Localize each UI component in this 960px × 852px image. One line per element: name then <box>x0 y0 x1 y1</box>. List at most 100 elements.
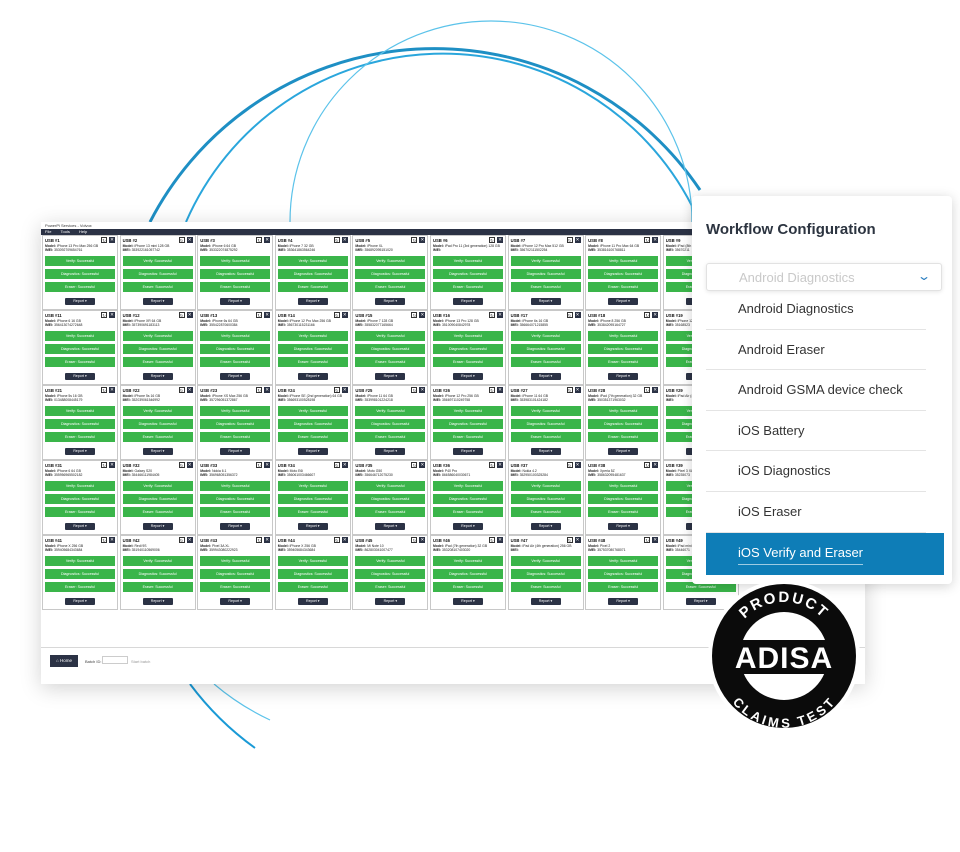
diagnostics-status-button[interactable]: Diagnostics: Successful <box>200 269 271 279</box>
diagnostics-status-button[interactable]: Diagnostics: Successful <box>355 494 426 504</box>
diagnostics-status-button[interactable]: Diagnostics: Successful <box>45 494 115 504</box>
report-button[interactable]: Report ▾ <box>220 598 251 605</box>
refresh-icon[interactable]: ↻ <box>333 537 340 543</box>
refresh-icon[interactable]: ↻ <box>488 462 495 468</box>
diagnostics-status-button[interactable]: Diagnostics: Successful <box>277 494 348 504</box>
report-button[interactable]: Report ▾ <box>375 373 406 380</box>
verify-status-button[interactable]: Verify: Successful <box>588 406 659 416</box>
eraser-status-button[interactable]: Eraser: Successful <box>200 507 271 517</box>
eraser-status-button[interactable]: Eraser: Successful <box>432 282 503 292</box>
eraser-status-button[interactable]: Eraser: Successful <box>45 582 115 592</box>
report-button[interactable]: Report ▾ <box>608 448 639 455</box>
eraser-status-button[interactable]: Eraser: Successful <box>122 432 193 442</box>
report-button[interactable]: Report ▾ <box>608 523 639 530</box>
eraser-status-button[interactable]: Eraser: Successful <box>122 582 193 592</box>
eraser-status-button[interactable]: Eraser: Successful <box>355 357 426 367</box>
eraser-status-button[interactable]: Eraser: Successful <box>200 582 271 592</box>
diagnostics-status-button[interactable]: Diagnostics: Successful <box>355 569 426 579</box>
diagnostics-status-button[interactable]: Diagnostics: Successful <box>510 494 581 504</box>
refresh-icon[interactable]: ↻ <box>178 462 185 468</box>
verify-status-button[interactable]: Verify: Successful <box>122 556 193 566</box>
report-button[interactable]: Report ▾ <box>142 298 173 305</box>
verify-status-button[interactable]: Verify: Successful <box>122 256 193 266</box>
workflow-select[interactable]: Android Diagnostics ⌄ <box>706 263 942 291</box>
diagnostics-status-button[interactable]: Diagnostics: Successful <box>200 494 271 504</box>
diagnostics-status-button[interactable]: Diagnostics: Successful <box>45 569 115 579</box>
verify-status-button[interactable]: Verify: Successful <box>510 481 581 491</box>
verify-status-button[interactable]: Verify: Successful <box>588 556 659 566</box>
report-button[interactable]: Report ▾ <box>530 523 561 530</box>
eraser-status-button[interactable]: Eraser: Successful <box>277 432 348 442</box>
diagnostics-status-button[interactable]: Diagnostics: Successful <box>510 569 581 579</box>
diagnostics-status-button[interactable]: Diagnostics: Successful <box>510 419 581 429</box>
report-button[interactable]: Report ▾ <box>530 373 561 380</box>
diagnostics-status-button[interactable]: Diagnostics: Successful <box>510 344 581 354</box>
close-icon[interactable]: ✕ <box>419 462 426 468</box>
report-button[interactable]: Report ▾ <box>530 298 561 305</box>
eraser-status-button[interactable]: Eraser: Successful <box>122 357 193 367</box>
diagnostics-status-button[interactable]: Diagnostics: Successful <box>588 494 659 504</box>
verify-status-button[interactable]: Verify: Successful <box>200 406 271 416</box>
diagnostics-status-button[interactable]: Diagnostics: Successful <box>45 344 115 354</box>
eraser-status-button[interactable]: Eraser: Successful <box>432 507 503 517</box>
diagnostics-status-button[interactable]: Diagnostics: Successful <box>588 419 659 429</box>
diagnostics-status-button[interactable]: Diagnostics: Successful <box>588 269 659 279</box>
refresh-icon[interactable]: ↻ <box>101 537 107 543</box>
close-icon[interactable]: ✕ <box>496 462 503 468</box>
refresh-icon[interactable]: ↻ <box>101 312 107 318</box>
report-button[interactable]: Report ▾ <box>375 448 406 455</box>
report-button[interactable]: Report ▾ <box>608 373 639 380</box>
report-button[interactable]: Report ▾ <box>375 598 406 605</box>
report-button[interactable]: Report ▾ <box>65 598 95 605</box>
verify-status-button[interactable]: Verify: Successful <box>200 481 271 491</box>
verify-status-button[interactable]: Verify: Successful <box>510 406 581 416</box>
diagnostics-status-button[interactable]: Diagnostics: Successful <box>277 419 348 429</box>
eraser-status-button[interactable]: Eraser: Successful <box>45 282 115 292</box>
diagnostics-status-button[interactable]: Diagnostics: Successful <box>432 344 503 354</box>
report-button[interactable]: Report ▾ <box>530 598 561 605</box>
close-icon[interactable]: ✕ <box>574 462 581 468</box>
report-button[interactable]: Report ▾ <box>142 523 173 530</box>
verify-status-button[interactable]: Verify: Successful <box>355 331 426 341</box>
report-button[interactable]: Report ▾ <box>297 598 328 605</box>
report-button[interactable]: Report ▾ <box>297 373 328 380</box>
refresh-icon[interactable]: ↻ <box>644 237 651 243</box>
verify-status-button[interactable]: Verify: Successful <box>432 556 503 566</box>
report-button[interactable]: Report ▾ <box>375 523 406 530</box>
eraser-status-button[interactable]: Eraser: Successful <box>355 282 426 292</box>
verify-status-button[interactable]: Verify: Successful <box>355 481 426 491</box>
eraser-status-button[interactable]: Eraser: Successful <box>122 282 193 292</box>
eraser-status-button[interactable]: Eraser: Successful <box>45 432 115 442</box>
eraser-status-button[interactable]: Eraser: Successful <box>277 582 348 592</box>
report-button[interactable]: Report ▾ <box>65 523 95 530</box>
verify-status-button[interactable]: Verify: Successful <box>355 256 426 266</box>
report-button[interactable]: Report ▾ <box>452 448 483 455</box>
menu-tools[interactable]: Tools <box>61 229 70 234</box>
diagnostics-status-button[interactable]: Diagnostics: Successful <box>355 419 426 429</box>
refresh-icon[interactable]: ↻ <box>178 312 185 318</box>
verify-status-button[interactable]: Verify: Successful <box>510 556 581 566</box>
refresh-icon[interactable]: ↻ <box>256 462 263 468</box>
report-button[interactable]: Report ▾ <box>142 373 173 380</box>
diagnostics-status-button[interactable]: Diagnostics: Successful <box>200 569 271 579</box>
eraser-status-button[interactable]: Eraser: Successful <box>588 507 659 517</box>
close-icon[interactable]: ✕ <box>109 462 115 468</box>
diagnostics-status-button[interactable]: Diagnostics: Successful <box>277 569 348 579</box>
diagnostics-status-button[interactable]: Diagnostics: Successful <box>355 344 426 354</box>
eraser-status-button[interactable]: Eraser: Successful <box>200 357 271 367</box>
verify-status-button[interactable]: Verify: Successful <box>432 331 503 341</box>
report-button[interactable]: Report ▾ <box>142 448 173 455</box>
refresh-icon[interactable]: ↻ <box>644 537 651 543</box>
close-icon[interactable]: ✕ <box>574 387 581 393</box>
refresh-icon[interactable]: ↻ <box>644 387 651 393</box>
diagnostics-status-button[interactable]: Diagnostics: Successful <box>122 419 193 429</box>
verify-status-button[interactable]: Verify: Successful <box>510 331 581 341</box>
refresh-icon[interactable]: ↻ <box>411 312 418 318</box>
refresh-icon[interactable]: ↻ <box>566 537 573 543</box>
eraser-status-button[interactable]: Eraser: Successful <box>122 507 193 517</box>
chevron-down-icon[interactable]: ⌄ <box>917 269 931 283</box>
diagnostics-status-button[interactable]: Diagnostics: Successful <box>355 269 426 279</box>
close-icon[interactable]: ✕ <box>264 462 271 468</box>
report-button[interactable]: Report ▾ <box>452 523 483 530</box>
diagnostics-status-button[interactable]: Diagnostics: Successful <box>432 569 503 579</box>
